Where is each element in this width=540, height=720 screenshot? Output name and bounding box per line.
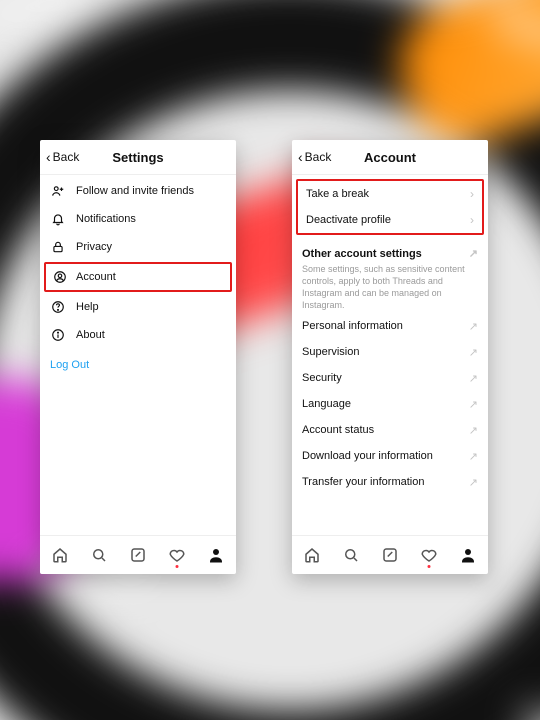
- external-link-icon: ↗: [469, 398, 478, 411]
- item-label: Notifications: [76, 213, 226, 225]
- account-item-deactivate[interactable]: Deactivate profile ›: [298, 207, 482, 233]
- item-label: About: [76, 329, 226, 341]
- item-label: Account status: [302, 424, 469, 436]
- settings-item-follow-invite[interactable]: Follow and invite friends: [40, 177, 236, 205]
- tab-bar: [292, 535, 488, 574]
- account-icon: [52, 269, 68, 285]
- external-link-icon: ↗: [469, 372, 478, 385]
- settings-list: Follow and invite friends Notifications …: [40, 175, 236, 535]
- header: ‹ Back Settings: [40, 140, 236, 175]
- item-label: Transfer your information: [302, 476, 469, 488]
- help-icon: [50, 299, 66, 315]
- back-label: Back: [53, 150, 80, 164]
- back-button[interactable]: ‹ Back: [298, 140, 331, 174]
- settings-screen: ‹ Back Settings Follow and invite friend…: [40, 140, 236, 574]
- back-label: Back: [305, 150, 332, 164]
- account-item-account-status[interactable]: Account status ↗: [292, 417, 488, 443]
- lock-icon: [50, 239, 66, 255]
- item-label: Help: [76, 301, 226, 313]
- person-add-icon: [50, 183, 66, 199]
- chevron-left-icon: ‹: [46, 149, 51, 165]
- tab-bar: [40, 535, 236, 574]
- account-item-personal-info[interactable]: Personal information ↗: [292, 313, 488, 339]
- item-label: Personal information: [302, 320, 469, 332]
- settings-item-account[interactable]: Account: [44, 262, 232, 292]
- chevron-right-icon: ›: [470, 213, 474, 227]
- account-item-take-break[interactable]: Take a break ›: [298, 181, 482, 207]
- account-item-language[interactable]: Language ↗: [292, 391, 488, 417]
- tab-search[interactable]: [341, 545, 361, 565]
- tab-home[interactable]: [302, 545, 322, 565]
- bell-icon: [50, 211, 66, 227]
- account-item-security[interactable]: Security ↗: [292, 365, 488, 391]
- section-other-settings: Other account settings ↗ Some settings, …: [292, 241, 488, 313]
- page-title: Settings: [112, 150, 163, 165]
- tab-home[interactable]: [50, 545, 70, 565]
- highlighted-group: Take a break › Deactivate profile ›: [296, 179, 484, 235]
- notification-dot: [176, 565, 179, 568]
- chevron-right-icon: ›: [470, 187, 474, 201]
- external-link-icon: ↗: [469, 320, 478, 333]
- external-link-icon: ↗: [469, 346, 478, 359]
- page-title: Account: [364, 150, 416, 165]
- external-link-icon: ↗: [469, 424, 478, 437]
- tab-compose[interactable]: [128, 545, 148, 565]
- external-link-icon: ↗: [469, 476, 478, 489]
- notification-dot: [428, 565, 431, 568]
- tab-activity[interactable]: [167, 545, 187, 565]
- tab-activity[interactable]: [419, 545, 439, 565]
- tab-profile[interactable]: [206, 545, 226, 565]
- tab-profile[interactable]: [458, 545, 478, 565]
- external-link-icon: ↗: [469, 247, 478, 260]
- settings-item-privacy[interactable]: Privacy: [40, 233, 236, 261]
- back-button[interactable]: ‹ Back: [46, 140, 79, 174]
- item-label: Follow and invite friends: [76, 185, 226, 197]
- header: ‹ Back Account: [292, 140, 488, 175]
- account-item-supervision[interactable]: Supervision ↗: [292, 339, 488, 365]
- logout-label: Log Out: [50, 359, 89, 371]
- external-link-icon: ↗: [469, 450, 478, 463]
- account-list: Take a break › Deactivate profile › Othe…: [292, 175, 488, 535]
- account-screen: ‹ Back Account Take a break › Deactivate…: [292, 140, 488, 574]
- account-item-transfer-info[interactable]: Transfer your information ↗: [292, 469, 488, 495]
- settings-item-notifications[interactable]: Notifications: [40, 205, 236, 233]
- item-label: Download your information: [302, 450, 469, 462]
- logout-button[interactable]: Log Out: [40, 349, 236, 381]
- settings-item-help[interactable]: Help: [40, 293, 236, 321]
- item-label: Take a break: [306, 188, 470, 200]
- info-icon: [50, 327, 66, 343]
- item-label: Supervision: [302, 346, 469, 358]
- settings-item-about[interactable]: About: [40, 321, 236, 349]
- item-label: Privacy: [76, 241, 226, 253]
- section-title: Other account settings: [302, 248, 422, 260]
- tab-search[interactable]: [89, 545, 109, 565]
- chevron-left-icon: ‹: [298, 149, 303, 165]
- section-description: Some settings, such as sensitive content…: [302, 263, 478, 311]
- account-item-download-info[interactable]: Download your information ↗: [292, 443, 488, 469]
- item-label: Deactivate profile: [306, 214, 470, 226]
- tab-compose[interactable]: [380, 545, 400, 565]
- item-label: Security: [302, 372, 469, 384]
- item-label: Account: [76, 271, 224, 283]
- item-label: Language: [302, 398, 469, 410]
